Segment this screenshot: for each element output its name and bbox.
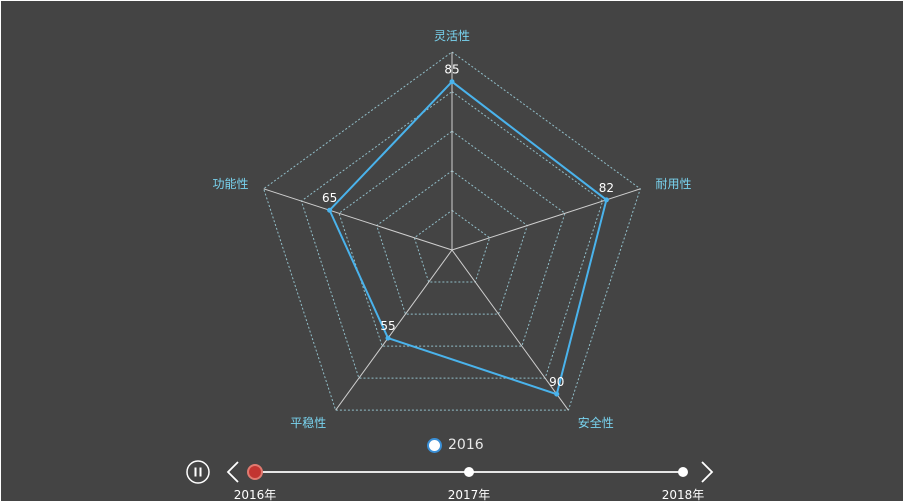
pause-icon (194, 467, 197, 477)
indicator-label: 安全性 (578, 415, 614, 430)
timeline-point[interactable] (678, 467, 688, 477)
legend-item-2016[interactable]: 2016 (427, 435, 484, 455)
radar-axes (263, 52, 641, 411)
series-line[interactable] (328, 80, 608, 396)
play-pause-icon-ring (186, 460, 210, 484)
legend-label: 2016 (448, 437, 484, 453)
timeline: 2016年 2017年 2018年 (186, 460, 714, 501)
series-point[interactable] (603, 197, 609, 203)
timeline-label[interactable]: 2018年 (662, 488, 705, 501)
indicator-label: 灵活性 (434, 29, 470, 43)
data-label: 65 (322, 191, 337, 205)
legend-marker-icon (427, 437, 442, 453)
indicator-label: 平稳性 (290, 415, 326, 430)
radar-series[interactable] (327, 79, 609, 397)
chevron-right-icon[interactable] (701, 461, 714, 483)
data-label: 85 (444, 63, 459, 77)
radar-chart: 灵活性耐用性安全性 平稳性 功能性 85 82 90 55 65 (212, 29, 692, 430)
data-label: 55 (380, 319, 395, 333)
timeline-label[interactable]: 2017年 (448, 488, 491, 501)
indicator-label: 功能性 (212, 177, 248, 191)
timeline-point[interactable] (247, 464, 263, 480)
pause-icon-bar (199, 467, 202, 477)
timeline-point[interactable] (464, 467, 474, 477)
play-pause-button[interactable] (186, 460, 210, 484)
radar-axis-line (451, 188, 641, 251)
indicator-label: 耐用性 (656, 177, 692, 191)
radar-axis-line (263, 188, 453, 251)
series-point[interactable] (327, 207, 333, 213)
data-label: 90 (549, 375, 564, 389)
series-point[interactable] (449, 79, 455, 85)
series-point[interactable] (554, 391, 560, 397)
chevron-left-icon[interactable] (226, 461, 239, 483)
chart-frame: 灵活性 耐用性 安全性 平稳性 功能性 85 82 90 55 65 2016 2016年 201… (1, 1, 903, 501)
timeline-label[interactable]: 2016年 (234, 488, 277, 501)
series-point[interactable] (385, 335, 391, 341)
data-label: 82 (599, 181, 614, 195)
